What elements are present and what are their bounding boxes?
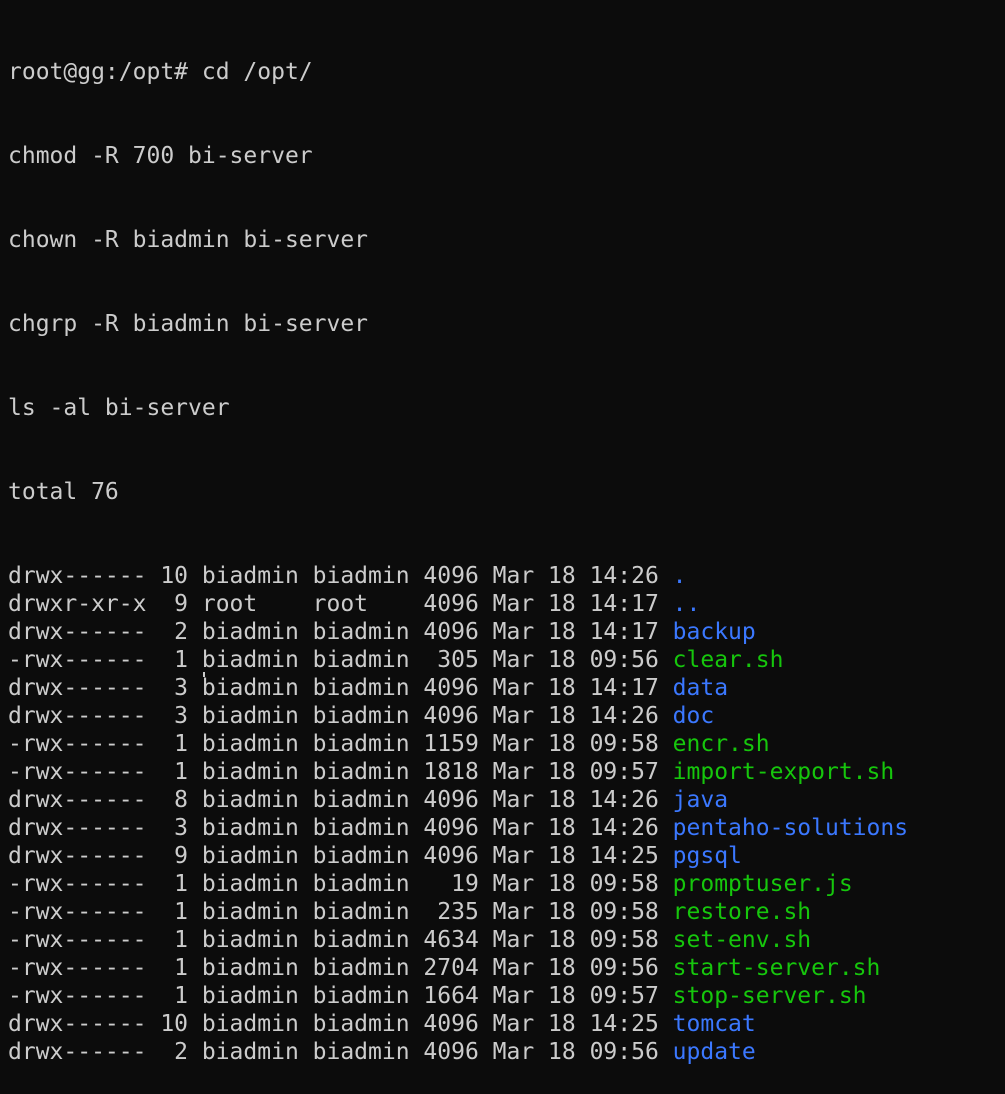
listing-row: drwx------ 3 biadmin biadmin 4096 Mar 18… — [8, 702, 998, 730]
listing-row: -rwx------ 1 biadmin biadmin 1664 Mar 18… — [8, 982, 998, 1010]
command-line: ls -al bi-server — [8, 395, 230, 421]
listing-row: drwx------ 8 biadmin biadmin 4096 Mar 18… — [8, 786, 998, 814]
listing-row: -rwx------ 1 biadmin biadmin 1159 Mar 18… — [8, 730, 998, 758]
total-line: total 76 — [8, 479, 119, 505]
listing-row: drwx------ 2 biadmin biadmin 4096 Mar 18… — [8, 1038, 998, 1066]
file-metadata: -rwx------ 1 biadmin biadmin 1159 Mar 18… — [8, 731, 673, 757]
listing-row: drwx------ 10 biadmin biadmin 4096 Mar 1… — [8, 562, 998, 590]
executable-name: import-export.sh — [672, 759, 895, 785]
file-metadata: drwx------ 10 biadmin biadmin 4096 Mar 1… — [8, 563, 673, 589]
listing-row: -rwx------ 1 biadmin biadmin 4634 Mar 18… — [8, 926, 998, 954]
directory-name: pgsql — [672, 843, 742, 869]
file-metadata: drwx------ 2 biadmin biadmin 4096 Mar 18… — [8, 1039, 673, 1065]
executable-name: restore.sh — [672, 899, 812, 925]
command-line: chmod -R 700 bi-server — [8, 143, 313, 169]
file-metadata: drwxr-xr-x 9 root root 4096 Mar 18 14:17 — [8, 591, 673, 617]
file-metadata: drwx------ 10 biadmin biadmin 4096 Mar 1… — [8, 1011, 673, 1037]
executable-name: set-env.sh — [672, 927, 812, 953]
directory-name: pentaho-solutions — [672, 815, 909, 841]
command-line: chgrp -R biadmin bi-server — [8, 311, 369, 337]
file-metadata: drwx------ 9 biadmin biadmin 4096 Mar 18… — [8, 843, 673, 869]
directory-name: backup — [672, 619, 756, 645]
listing-row: -rwx------ 1 biadmin biadmin 1818 Mar 18… — [8, 758, 998, 786]
executable-name: encr.sh — [672, 731, 770, 757]
executable-name: stop-server.sh — [672, 983, 867, 1009]
file-metadata: -rwx------ 1 biadmin biadmin 305 Mar 18 … — [8, 647, 673, 673]
executable-name: clear.sh — [672, 647, 784, 673]
listing-row: drwx------ 2 biadmin biadmin 4096 Mar 18… — [8, 618, 998, 646]
listing-row: drwx------ 9 biadmin biadmin 4096 Mar 18… — [8, 842, 998, 870]
directory-name: tomcat — [672, 1011, 756, 1037]
listing-row: drwx------ 3 biadmin biadmin 4096 Mar 18… — [8, 814, 998, 842]
directory-name: data — [672, 675, 729, 701]
directory-name: update — [672, 1039, 756, 1065]
file-metadata: drwx------ 8 biadmin biadmin 4096 Mar 18… — [8, 787, 673, 813]
prompt-line: root@gg:/opt# cd /opt/ — [8, 59, 313, 85]
listing-row: drwx------ 10 biadmin biadmin 4096 Mar 1… — [8, 1010, 998, 1038]
listing-row: drwxr-xr-x 9 root root 4096 Mar 18 14:17… — [8, 590, 998, 618]
directory-name: . — [672, 563, 687, 589]
directory-name: doc — [672, 703, 715, 729]
file-metadata: drwx------ 3 biadmin biadmin 4096 Mar 18… — [8, 815, 673, 841]
directory-name: .. — [672, 591, 701, 617]
listing-row: -rwx------ 1 biadmin biadmin 235 Mar 18 … — [8, 898, 998, 926]
listing-row: drwx------ 3 biadmin biadmin 4096 Mar 18… — [8, 674, 998, 702]
directory-name: java — [672, 787, 729, 813]
file-metadata: drwx------ 3 biadmin biadmin 4096 Mar 18… — [8, 703, 673, 729]
file-metadata: -rwx------ 1 biadmin biadmin 2704 Mar 18… — [8, 955, 673, 981]
file-metadata: -rwx------ 1 biadmin biadmin 235 Mar 18 … — [8, 899, 673, 925]
executable-name: promptuser.js — [672, 871, 853, 897]
listing-row: -rwx------ 1 biadmin biadmin 305 Mar 18 … — [8, 646, 998, 674]
file-metadata: -rwx------ 1 biadmin biadmin 1664 Mar 18… — [8, 983, 673, 1009]
directory-listing: drwx------ 10 biadmin biadmin 4096 Mar 1… — [8, 562, 998, 1066]
file-metadata: -rwx------ 1 biadmin biadmin 1818 Mar 18… — [8, 759, 673, 785]
executable-name: start-server.sh — [672, 955, 881, 981]
command-line: chown -R biadmin bi-server — [8, 227, 369, 253]
file-metadata: drwx------ 3 biadmin biadmin 4096 Mar 18… — [8, 675, 673, 701]
listing-row: -rwx------ 1 biadmin biadmin 19 Mar 18 0… — [8, 870, 998, 898]
file-metadata: -rwx------ 1 biadmin biadmin 19 Mar 18 0… — [8, 871, 673, 897]
terminal-output[interactable]: root@gg:/opt# cd /opt/ chmod -R 700 bi-s… — [8, 2, 998, 1094]
listing-row: -rwx------ 1 biadmin biadmin 2704 Mar 18… — [8, 954, 998, 982]
file-metadata: drwx------ 2 biadmin biadmin 4096 Mar 18… — [8, 619, 673, 645]
file-metadata: -rwx------ 1 biadmin biadmin 4634 Mar 18… — [8, 927, 673, 953]
text-cursor — [203, 672, 205, 677]
